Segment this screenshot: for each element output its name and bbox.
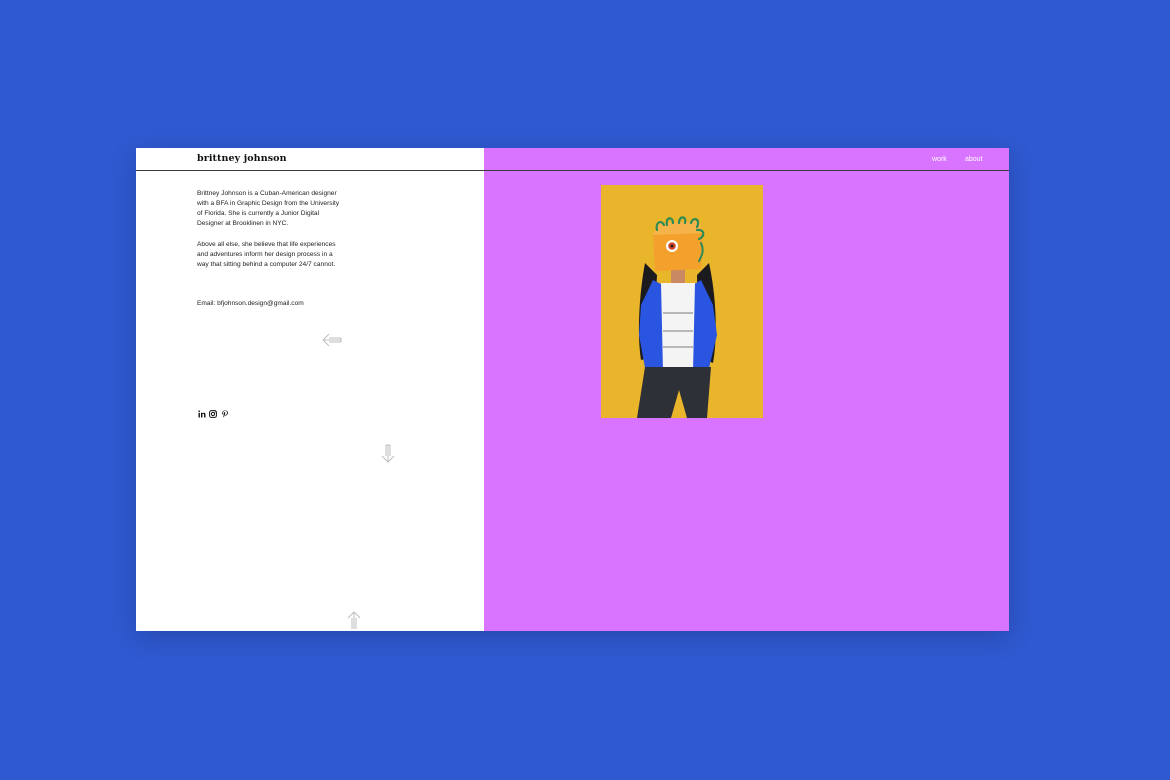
instagram-icon[interactable] <box>208 409 217 418</box>
arrow-left-icon[interactable] <box>321 333 343 347</box>
bio-paragraph-1: Brittney Johnson is a Cuban-American des… <box>197 190 340 227</box>
nav-link-about[interactable]: about <box>965 156 983 163</box>
email-text[interactable]: Email: bfjohnson.design@gmail.com <box>197 300 304 307</box>
bio-paragraph-2: Above all else, she believe that life ex… <box>197 241 336 268</box>
arrow-up-icon[interactable] <box>347 610 361 630</box>
pinterest-icon[interactable] <box>220 409 229 418</box>
left-panel: brittney johnson Brittney Johnson is a C… <box>136 148 484 631</box>
right-panel <box>484 148 1009 631</box>
portrait-photo <box>601 185 763 418</box>
linkedin-icon[interactable] <box>197 409 206 418</box>
browser-window: brittney johnson Brittney Johnson is a C… <box>136 148 1009 631</box>
header-divider <box>136 170 1009 171</box>
arrow-down-icon[interactable] <box>381 444 395 464</box>
site-logo[interactable]: brittney johnson <box>197 153 287 164</box>
nav-link-work[interactable]: work <box>932 156 947 163</box>
